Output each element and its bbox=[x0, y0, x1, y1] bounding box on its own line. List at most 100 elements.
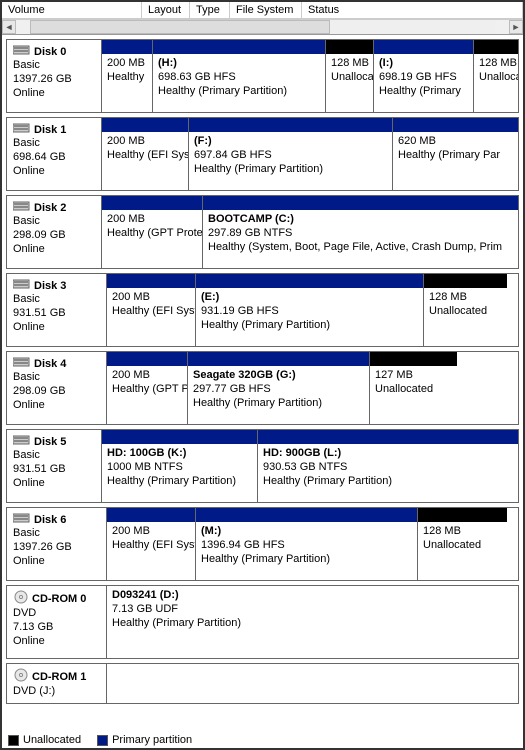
partition-detail: Healthy (EFI Syst bbox=[107, 149, 183, 163]
partition[interactable]: HD: 900GB (L:)930.53 GB NTFSHealthy (Pri… bbox=[257, 430, 518, 502]
partition[interactable]: 200 MBHealthy (EFI Syst bbox=[102, 118, 188, 190]
partition-body: 620 MBHealthy (Primary Par bbox=[393, 132, 518, 190]
partition-label: (M:) bbox=[201, 525, 412, 539]
partition[interactable]: Seagate 320GB (G:)297.77 GB HFSHealthy (… bbox=[187, 352, 369, 424]
disk-row[interactable]: CD-ROM 0DVD7.13 GBOnlineD093241 (D:)7.13… bbox=[6, 585, 519, 659]
legend: Unallocated Primary partition bbox=[8, 734, 192, 746]
disk-name: Disk 5 bbox=[34, 436, 66, 448]
partition-detail: Healthy (GPT Pro bbox=[112, 383, 182, 397]
disk-status: Online bbox=[13, 477, 95, 491]
disk-row[interactable]: Disk 3Basic931.51 GBOnline200 MBHealthy … bbox=[6, 273, 519, 347]
hard-disk-icon bbox=[13, 200, 31, 215]
scroll-left-button[interactable]: ◄ bbox=[2, 20, 16, 34]
partition[interactable]: (M:)1396.94 GB HFSHealthy (Primary Parti… bbox=[195, 508, 417, 580]
disk-name: Disk 2 bbox=[34, 202, 66, 214]
partition-detail: 931.19 GB HFS bbox=[201, 305, 418, 319]
partition[interactable]: 200 MBHealthy (EFI Syste bbox=[107, 274, 195, 346]
disk-info: Disk 2Basic298.09 GBOnline bbox=[7, 196, 102, 268]
col-layout[interactable]: Layout bbox=[142, 2, 190, 18]
partition-stripe bbox=[196, 274, 423, 288]
partition-detail: 7.13 GB UDF bbox=[112, 603, 354, 617]
partition-stripe bbox=[102, 40, 152, 54]
partition-area: 200 MBHealthy (EFI Syst(F:)697.84 GB HFS… bbox=[102, 118, 518, 190]
partition[interactable]: 128 MBUnalloca bbox=[325, 40, 373, 112]
disk-row[interactable]: CD-ROM 1DVD (J:) bbox=[6, 663, 519, 704]
partition-detail: 697.84 GB HFS bbox=[194, 149, 387, 163]
partition-detail: 620 MB bbox=[398, 135, 513, 149]
partition-area: 200 MBHealthy (EFI Syster(M:)1396.94 GB … bbox=[107, 508, 518, 580]
partition-detail: 200 MB bbox=[112, 525, 190, 539]
partition[interactable]: 200 MBHealthy (GPT Pro bbox=[107, 352, 187, 424]
disk-type: Basic bbox=[13, 59, 95, 73]
disk-info: Disk 0Basic1397.26 GBOnline bbox=[7, 40, 102, 112]
partition[interactable]: 200 MBHealthy bbox=[102, 40, 152, 112]
partition-detail: 128 MB bbox=[331, 57, 368, 71]
partition-detail: 200 MB bbox=[107, 135, 183, 149]
disk-name: Disk 4 bbox=[34, 358, 66, 370]
disk-status: Online bbox=[13, 243, 95, 257]
col-filesystem[interactable]: File System bbox=[230, 2, 302, 18]
partition-body: BOOTCAMP (C:)297.89 GB NTFSHealthy (Syst… bbox=[203, 210, 518, 268]
partition[interactable]: 200 MBHealthy (GPT Protectiv bbox=[102, 196, 202, 268]
col-type[interactable]: Type bbox=[190, 2, 230, 18]
disk-row[interactable]: Disk 6Basic1397.26 GBOnline200 MBHealthy… bbox=[6, 507, 519, 581]
disk-type: Basic bbox=[13, 215, 95, 229]
disk-info: Disk 4Basic298.09 GBOnline bbox=[7, 352, 107, 424]
hard-disk-icon bbox=[13, 122, 31, 137]
hard-disk-icon bbox=[13, 434, 31, 449]
partition-stripe bbox=[196, 508, 417, 522]
disk-row[interactable]: Disk 5Basic931.51 GBOnlineHD: 100GB (K:)… bbox=[6, 429, 519, 503]
partition-stripe bbox=[102, 430, 257, 444]
partition-stripe bbox=[153, 40, 325, 54]
disk-row[interactable]: Disk 2Basic298.09 GBOnline200 MBHealthy … bbox=[6, 195, 519, 269]
partition-stripe bbox=[102, 196, 202, 210]
partition-detail: Healthy (GPT Protectiv bbox=[107, 227, 197, 241]
partition[interactable]: D093241 (D:)7.13 GB UDFHealthy (Primary … bbox=[107, 586, 359, 658]
disk-status: Online bbox=[13, 87, 95, 101]
disk-name: CD-ROM 1 bbox=[32, 671, 86, 683]
partition[interactable]: (H:)698.63 GB HFSHealthy (Primary Partit… bbox=[152, 40, 325, 112]
disk-row[interactable]: Disk 0Basic1397.26 GBOnline200 MBHealthy… bbox=[6, 39, 519, 113]
disk-row[interactable]: Disk 1Basic698.64 GBOnline200 MBHealthy … bbox=[6, 117, 519, 191]
col-volume[interactable]: Volume bbox=[2, 2, 142, 18]
hard-disk-icon bbox=[13, 356, 31, 371]
partition-detail: 127 MB bbox=[375, 369, 452, 383]
partition[interactable]: 128 MBUnallocated bbox=[423, 274, 507, 346]
partition[interactable]: (I:)698.19 GB HFSHealthy (Primary bbox=[373, 40, 473, 112]
scroll-track[interactable] bbox=[30, 20, 495, 34]
disk-row[interactable]: Disk 4Basic298.09 GBOnline200 MBHealthy … bbox=[6, 351, 519, 425]
disk-size: 1397.26 GB bbox=[13, 541, 100, 555]
partition-area: D093241 (D:)7.13 GB UDFHealthy (Primary … bbox=[107, 586, 518, 658]
partition[interactable]: 620 MBHealthy (Primary Par bbox=[392, 118, 518, 190]
partition[interactable]: 128 MBUnalloca bbox=[473, 40, 518, 112]
partition-stripe bbox=[474, 40, 518, 54]
partition[interactable]: BOOTCAMP (C:)297.89 GB NTFSHealthy (Syst… bbox=[202, 196, 518, 268]
disk-status: Online bbox=[13, 635, 100, 649]
partition-stripe bbox=[102, 118, 188, 132]
partition-body: (H:)698.63 GB HFSHealthy (Primary Partit… bbox=[153, 54, 325, 112]
scroll-right-button[interactable]: ► bbox=[509, 20, 523, 34]
disk-type: Basic bbox=[13, 371, 100, 385]
partition[interactable]: 128 MBUnallocated bbox=[417, 508, 507, 580]
scroll-thumb[interactable] bbox=[30, 20, 330, 34]
partition-area bbox=[107, 664, 518, 703]
disk-name: CD-ROM 0 bbox=[32, 593, 86, 605]
partition-detail: Unalloca bbox=[479, 71, 513, 85]
partition[interactable]: 200 MBHealthy (EFI Syster bbox=[107, 508, 195, 580]
disk-size: 931.51 GB bbox=[13, 463, 95, 477]
col-status[interactable]: Status bbox=[302, 2, 523, 18]
column-headers: Volume Layout Type File System Status bbox=[2, 2, 523, 19]
partition-detail: 200 MB bbox=[112, 369, 182, 383]
hard-disk-icon bbox=[13, 512, 31, 527]
partition[interactable]: (E:)931.19 GB HFSHealthy (Primary Partit… bbox=[195, 274, 423, 346]
horizontal-scrollbar[interactable]: ◄ ► bbox=[2, 19, 523, 35]
partition-stripe bbox=[107, 274, 195, 288]
partition-stripe bbox=[424, 274, 507, 288]
partition-label: (H:) bbox=[158, 57, 320, 71]
partition[interactable]: HD: 100GB (K:)1000 MB NTFSHealthy (Prima… bbox=[102, 430, 257, 502]
disk-size: 7.13 GB bbox=[13, 621, 100, 635]
partition-stripe bbox=[258, 430, 518, 444]
disk-name: Disk 1 bbox=[34, 124, 66, 136]
partition[interactable]: (F:)697.84 GB HFSHealthy (Primary Partit… bbox=[188, 118, 392, 190]
partition[interactable]: 127 MBUnallocated bbox=[369, 352, 457, 424]
